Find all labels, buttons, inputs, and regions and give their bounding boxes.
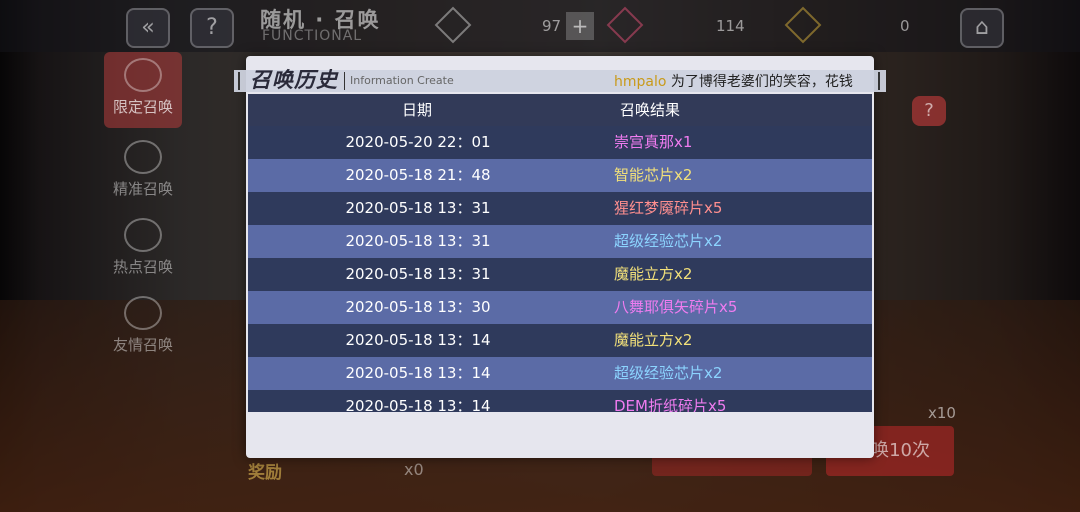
heart-icon [124,296,162,330]
row-date: 2020-05-18 21：48 [345,166,491,184]
sidebar-item-precise[interactable]: 精准召唤 [104,140,182,199]
table-row: 2020-05-18 13：14 DEM折纸碎片x5 [248,390,872,412]
sword-icon [124,218,162,252]
sidebar-item-label: 限定召唤 [112,98,173,116]
table-row: 2020-05-18 13：30 八舞耶俱矢碎片x5 [248,291,872,324]
news-ticker: hmpalo 为了博得老婆们的笑容，花钱 [614,71,853,91]
back-icon[interactable]: « [126,8,170,48]
hexagon-icon [124,58,162,92]
row-date: 2020-05-18 13：31 [345,232,491,250]
row-date: 2020-05-18 13：14 [345,364,491,382]
header-divider-right [878,72,880,90]
ticket-count: x10 [928,404,956,422]
add-crystal-button[interactable]: + [566,12,594,40]
row-result: DEM折纸碎片x5 [614,397,727,412]
sidebar-item-friend[interactable]: 友情召唤 [104,296,182,355]
row-date: 2020-05-18 13：30 [345,298,491,316]
row-result: 智能芯片x2 [614,166,693,184]
target-icon [124,140,162,174]
gold-gem-count: 0 [900,17,910,35]
reward-count: x0 [404,460,424,479]
table-header: 日期 召唤结果 [248,94,872,126]
row-date: 2020-05-18 13：31 [345,265,491,283]
home-icon[interactable]: ⌂ [960,8,1004,48]
summon-history-dialog: 召唤历史 Information Create hmpalo 为了博得老婆们的笑… [234,56,886,458]
table-row: 2020-05-18 13：31 猩红梦魇碎片x5 [248,192,872,225]
dialog-subtitle: Information Create [350,74,454,87]
row-result: 超级经验芯片x2 [614,232,723,250]
heart-gem-count: 114 [716,17,745,35]
news-text: 为了博得老婆们的笑容，花钱 [670,74,853,90]
table-row: 2020-05-18 21：48 智能芯片x2 [248,159,872,192]
help-icon[interactable]: ? [190,8,234,48]
row-result: 猩红梦魇碎片x5 [614,199,723,217]
sidebar-item-label: 热点召唤 [112,258,173,276]
table-body[interactable]: 2020-05-20 22：01 崇宫真那x1 2020-05-18 21：48… [248,126,872,412]
top-bar: « ? 随机 · 召唤 FUNCTIONAL 97 + 114 0 ⌂ [0,0,1080,52]
crystal-count: 97 [542,17,562,35]
crystal-icon [434,6,472,44]
row-result: 魔能立方x2 [614,331,693,349]
reward-label: 奖励 [248,463,282,483]
column-result: 召唤结果 [620,101,681,119]
column-date: 日期 [402,101,433,119]
table-row: 2020-05-18 13：31 魔能立方x2 [248,258,872,291]
row-date: 2020-05-18 13：31 [345,199,491,217]
sidebar-item-label: 友情召唤 [112,336,173,354]
row-result: 魔能立方x2 [614,265,693,283]
dialog-title: 召唤历史 [250,68,338,92]
sidebar-item-label: 精准召唤 [112,180,173,198]
news-user: hmpalo [614,74,667,90]
sidebar-item-limited[interactable]: 限定召唤 [104,52,182,128]
dialog-header: 召唤历史 Information Create hmpalo 为了博得老婆们的笑… [234,68,886,92]
help-icon-right[interactable]: ? [912,96,946,126]
screen-subtitle: FUNCTIONAL [262,28,363,44]
row-date: 2020-05-18 13：14 [345,397,491,412]
row-result: 超级经验芯片x2 [614,364,723,382]
table-row: 2020-05-18 13：31 超级经验芯片x2 [248,225,872,258]
row-date: 2020-05-20 22：01 [345,133,491,151]
sidebar-item-hot[interactable]: 热点召唤 [104,218,182,277]
row-date: 2020-05-18 13：14 [345,331,491,349]
dialog-footer [248,416,872,456]
table-row: 2020-05-18 13：14 超级经验芯片x2 [248,357,872,390]
table-row: 2020-05-20 22：01 崇宫真那x1 [248,126,872,159]
row-result: 崇宫真那x1 [614,133,693,151]
heart-gem-icon [606,6,644,44]
history-table: 日期 召唤结果 2020-05-20 22：01 崇宫真那x1 2020-05-… [248,94,872,412]
gold-gem-icon [784,6,822,44]
header-divider [238,72,240,90]
row-result: 八舞耶俱矢碎片x5 [614,298,738,316]
table-row: 2020-05-18 13：14 魔能立方x2 [248,324,872,357]
title-divider [344,72,345,90]
